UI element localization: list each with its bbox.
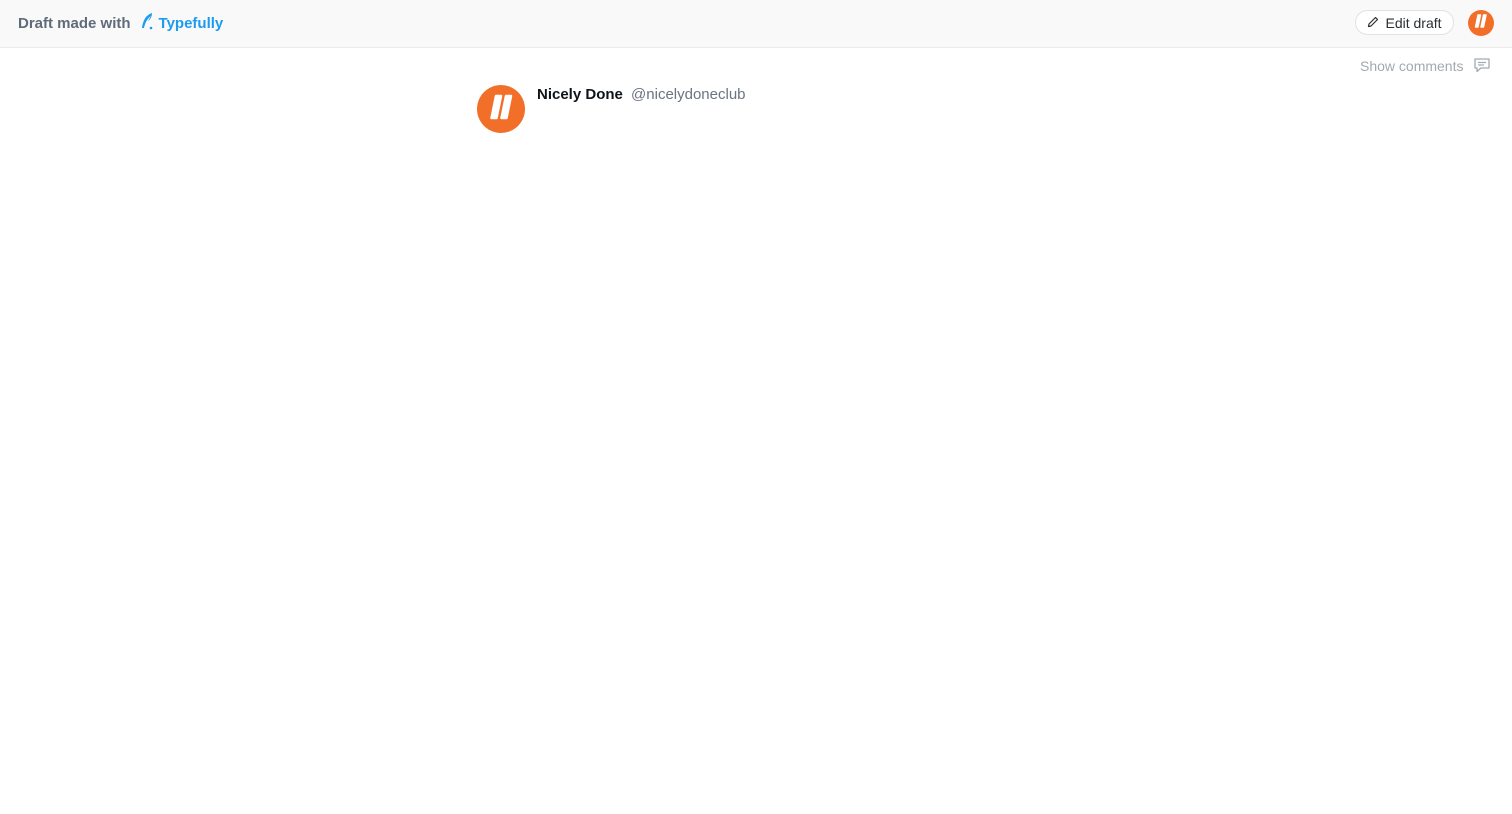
brand: Draft made with Typefully: [18, 12, 223, 34]
pencil-icon: [1367, 15, 1385, 31]
top-bar: Draft made with Typefully Edit draft: [0, 0, 1512, 48]
feather-icon: [139, 12, 159, 34]
brand-prefix: Draft made with: [18, 14, 131, 32]
typefully-link[interactable]: Typefully: [139, 12, 224, 34]
edit-draft-button[interactable]: Edit draft: [1355, 10, 1454, 35]
author-name[interactable]: Nicely Done: [537, 86, 623, 103]
account-avatar[interactable]: [1468, 10, 1494, 36]
author-handle[interactable]: @nicelydoneclub: [631, 86, 745, 103]
post: Nicely Done @nicelydoneclub: [477, 85, 746, 133]
brand-name: Typefully: [158, 14, 224, 32]
author-avatar[interactable]: [477, 85, 525, 133]
show-comments-button[interactable]: Show comments: [1360, 56, 1491, 76]
nicely-done-logo-icon: [487, 94, 515, 125]
post-meta: Nicely Done @nicelydoneclub: [537, 86, 746, 133]
nicely-done-logo-icon: [1473, 13, 1489, 33]
comment-icon: [1463, 56, 1491, 77]
edit-draft-label: Edit draft: [1385, 14, 1442, 31]
show-comments-label: Show comments: [1360, 58, 1464, 74]
